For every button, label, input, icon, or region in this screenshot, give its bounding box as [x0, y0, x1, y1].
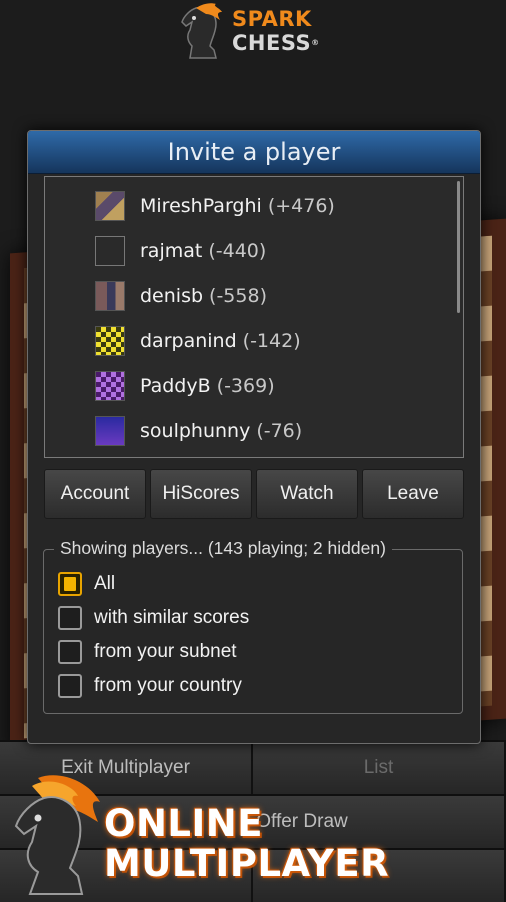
knight-logo-icon [181, 3, 222, 59]
leave-button[interactable]: Leave [362, 469, 464, 519]
spark-chess-logo: SPARK CHESS® [176, 2, 346, 64]
invite-player-dialog: Invite a player MireshParghi (+476) rajm… [27, 130, 481, 744]
filter-option-country[interactable]: from your country [58, 672, 242, 700]
player-avatar [95, 326, 125, 356]
filter-legend: Showing players... (143 playing; 2 hidde… [54, 538, 392, 559]
promo-line-1: ONLINE [104, 802, 264, 845]
hiscores-button[interactable]: HiScores [150, 469, 252, 519]
filter-option-label: with similar scores [94, 607, 250, 628]
dialog-button-row: Account HiScores Watch Leave [44, 469, 464, 519]
dialog-title: Invite a player [28, 131, 480, 174]
logo-spark: SPARK [232, 7, 312, 31]
player-name: PaddyB [140, 375, 211, 397]
filter-option-similar-scores[interactable]: with similar scores [58, 604, 249, 632]
player-score: (-142) [242, 330, 301, 352]
player-name: denisb [140, 285, 204, 307]
player-name: darpanind [140, 330, 237, 352]
player-avatar [95, 281, 125, 311]
logo-chess: CHESS [232, 31, 312, 55]
watch-button[interactable]: Watch [256, 469, 358, 519]
player-list-scrollbar[interactable] [457, 181, 460, 313]
player-score: (+476) [267, 195, 335, 217]
player-avatar [95, 416, 125, 446]
player-avatar [95, 191, 125, 221]
filter-option-subnet[interactable]: from your subnet [58, 638, 237, 666]
account-button[interactable]: Account [44, 469, 146, 519]
player-filter-group: Showing players... (143 playing; 2 hidde… [43, 538, 463, 714]
player-item-mireshparghi[interactable]: MireshParghi (+476) [95, 189, 335, 223]
player-avatar [95, 236, 125, 266]
player-item-paddyb[interactable]: PaddyB (-369) [95, 369, 275, 403]
player-name: rajmat [140, 240, 203, 262]
logo-reg: ® [311, 38, 320, 47]
player-score: (-369) [216, 375, 275, 397]
player-item-darpanind[interactable]: darpanind (-142) [95, 324, 301, 358]
player-name: soulphunny [140, 420, 251, 442]
promo-text: ONLINE MULTIPLAYER [104, 804, 389, 884]
promo-line-2: MULTIPLAYER [104, 842, 390, 885]
player-avatar [95, 371, 125, 401]
flaming-knight-icon [14, 775, 100, 895]
player-score: (-558) [209, 285, 267, 307]
filter-option-label: from your subnet [94, 641, 237, 662]
filter-option-label: from your country [94, 675, 242, 696]
online-multiplayer-banner: ONLINE MULTIPLAYER [8, 772, 428, 900]
filter-all-checkbox[interactable] [58, 572, 82, 596]
player-list[interactable]: MireshParghi (+476) rajmat (-440) denisb… [44, 176, 464, 458]
player-score: (-440) [208, 240, 267, 262]
player-name: MireshParghi [140, 195, 262, 217]
filter-option-all[interactable]: All [58, 570, 115, 598]
player-item-soulphunny[interactable]: soulphunny (-76) [95, 414, 302, 448]
player-score: (-76) [256, 420, 303, 442]
player-item-rajmat[interactable]: rajmat (-440) [95, 234, 266, 268]
player-item-denisb[interactable]: denisb (-558) [95, 279, 267, 313]
filter-country-checkbox[interactable] [58, 674, 82, 698]
filter-similar-scores-checkbox[interactable] [58, 606, 82, 630]
logo-text: SPARK CHESS® [232, 8, 320, 56]
filter-subnet-checkbox[interactable] [58, 640, 82, 664]
filter-option-label: All [94, 573, 116, 594]
